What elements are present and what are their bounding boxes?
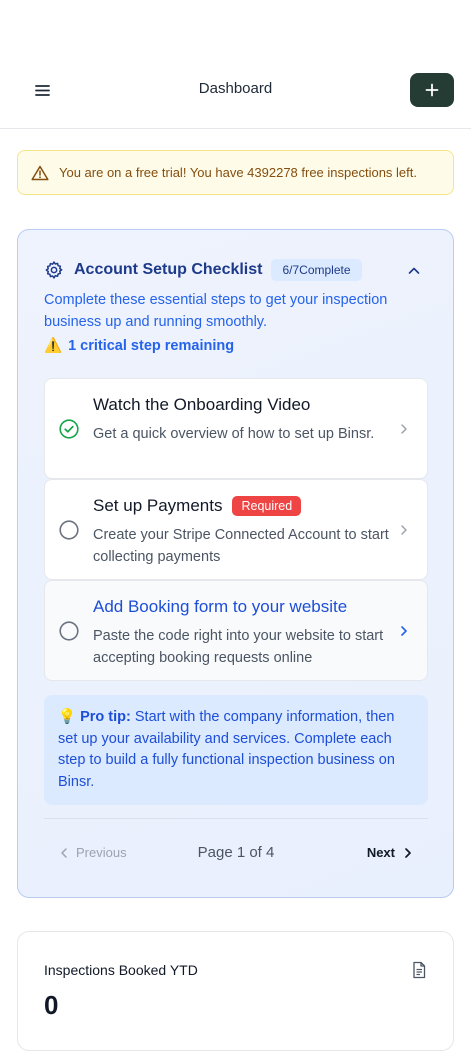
checklist-description: Complete these essential steps to get yo…: [44, 292, 388, 330]
warning-emoji-icon: ⚠️: [44, 338, 63, 354]
step-title: Set up Payments: [93, 496, 223, 515]
chevron-right-icon: [401, 525, 407, 535]
chevron-up-icon: [408, 267, 420, 274]
collapse-button[interactable]: [406, 264, 422, 276]
gear-icon: [45, 261, 63, 279]
trial-message: You are on a free trial! You have 439227…: [59, 165, 418, 180]
check-circle-icon: [59, 419, 79, 439]
step-description: Create your Stripe Connected Account to …: [93, 527, 389, 565]
stat-value: 0: [44, 990, 59, 1020]
document-icon: [413, 961, 426, 979]
pro-tip-label: Pro tip:: [80, 709, 131, 725]
checklist-title: Account Setup Checklist: [74, 261, 263, 278]
step-title: Add Booking form to your website: [93, 597, 348, 616]
checklist-steps: Watch the Onboarding Video Get a quick o…: [44, 378, 428, 681]
step-booking-form[interactable]: Add Booking form to your website Paste t…: [44, 580, 428, 681]
plus-icon: [425, 83, 439, 97]
top-header: Dashboard: [0, 0, 471, 129]
free-trial-banner: You are on a free trial! You have 439227…: [17, 150, 454, 195]
setup-checklist-card: Account Setup Checklist 6/7Complete Comp…: [17, 229, 454, 898]
pagination: Previous Page 1 of 4 Next: [44, 842, 428, 866]
chevron-right-icon: [401, 626, 407, 636]
warning-triangle-icon: [31, 165, 49, 180]
next-button[interactable]: Next: [367, 845, 412, 860]
step-description: Paste the code right into your website t…: [93, 628, 384, 666]
critical-steps-notice: ⚠️ 1 critical step remaining: [44, 337, 235, 355]
lightbulb-icon: 💡: [58, 709, 77, 725]
step-setup-payments[interactable]: Set up Payments Required Create your Str…: [44, 479, 428, 580]
step-description: Get a quick overview of how to set up Bi…: [93, 426, 375, 442]
page-title: Dashboard: [198, 80, 273, 97]
add-button[interactable]: [410, 73, 454, 107]
required-badge: Required: [232, 496, 302, 516]
critical-text: 1 critical step remaining: [68, 337, 235, 354]
checklist-header: Account Setup Checklist 6/7Complete: [44, 259, 362, 281]
step-onboarding-video[interactable]: Watch the Onboarding Video Get a quick o…: [44, 378, 428, 479]
pro-tip-box: 💡 Pro tip: Start with the company inform…: [44, 695, 428, 805]
step-title: Watch the Onboarding Video: [93, 395, 311, 414]
divider: [44, 818, 428, 819]
next-label: Next: [366, 845, 395, 860]
empty-circle-icon: [59, 621, 79, 641]
inspections-stat-card: Inspections Booked YTD 0: [17, 931, 454, 1051]
chevron-right-icon: [401, 424, 407, 434]
stat-label: Inspections Booked YTD: [44, 962, 198, 978]
completion-badge: 6/7Complete: [271, 259, 362, 281]
empty-circle-icon: [59, 520, 79, 540]
chevron-right-icon: [405, 847, 411, 858]
